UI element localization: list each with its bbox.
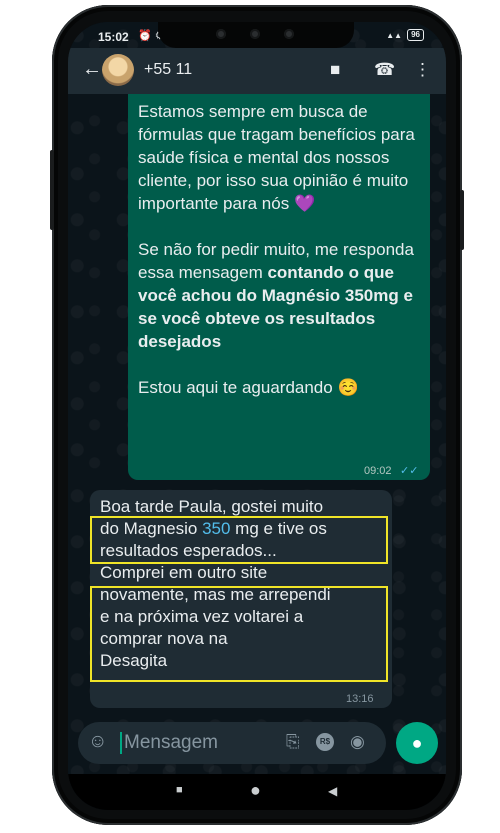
- message-line: Boa tarde Paula, gostei muito: [100, 497, 324, 516]
- highlight-box: [90, 516, 388, 564]
- message-paragraph: Estou aqui te aguardando ☺️: [138, 376, 424, 399]
- microphone-button[interactable]: ●: [396, 722, 438, 764]
- camera-notch: [158, 22, 354, 48]
- recents-icon[interactable]: ■: [176, 784, 183, 796]
- status-time: 15:02: [98, 30, 129, 44]
- home-icon[interactable]: ●: [250, 780, 261, 801]
- video-call-icon[interactable]: ■: [330, 60, 340, 80]
- camera-lens: [284, 29, 294, 39]
- android-nav-bar: ■ ● ◀: [68, 774, 446, 810]
- message-input-bar[interactable]: ☺ Mensagem ⎘ R$ ◉: [78, 722, 386, 764]
- outgoing-message[interactable]: Estamos sempre em busca de fórmulas que …: [128, 94, 430, 480]
- battery-icon: 96: [407, 29, 424, 41]
- message-time: 09:02: [364, 465, 392, 477]
- message-time: 13:16: [346, 693, 374, 705]
- incoming-message[interactable]: Boa tarde Paula, gostei muito do Magnesi…: [90, 490, 392, 708]
- message-paragraph: Estamos sempre em busca de fórmulas que …: [138, 100, 424, 215]
- more-options-icon[interactable]: ⋮: [414, 60, 431, 80]
- camera-icon[interactable]: ◉: [350, 732, 365, 752]
- back-arrow-icon[interactable]: ←: [82, 58, 102, 81]
- emoji-icon[interactable]: ☺: [88, 731, 107, 753]
- read-ticks-icon: ✓✓: [400, 465, 419, 477]
- phone-screen: 15:02 ⏰ ⚙ • ▲▲ 96 ← +55 11 ■ ☎ ⋮ Estamos…: [68, 22, 446, 810]
- attach-icon[interactable]: ⎘: [286, 732, 300, 752]
- back-icon[interactable]: ◀: [328, 784, 337, 798]
- camera-lens: [250, 29, 260, 39]
- microphone-icon: ●: [411, 733, 423, 753]
- message-text: Estamos sempre em busca de fórmulas que …: [138, 102, 415, 213]
- message-text: Estou aqui te aguardando: [138, 378, 333, 397]
- highlight-box: [90, 586, 388, 682]
- phone-call-icon[interactable]: ☎: [374, 60, 395, 80]
- volume-button: [50, 150, 54, 230]
- message-line: Comprei em outro site: [100, 563, 268, 582]
- message-paragraph: Se não for pedir muito, me responda essa…: [138, 238, 424, 353]
- contact-name[interactable]: +55 11: [144, 61, 192, 79]
- smile-emoji: ☺️: [337, 378, 359, 397]
- chat-header: ← +55 11 ■ ☎ ⋮: [68, 48, 446, 94]
- power-button: [460, 190, 464, 250]
- purple-heart-emoji: 💜: [293, 194, 316, 213]
- payment-icon[interactable]: R$: [316, 733, 334, 751]
- message-input[interactable]: Mensagem: [120, 732, 218, 754]
- avatar[interactable]: [102, 54, 134, 86]
- signal-icon: ▲▲: [386, 30, 403, 40]
- camera-lens: [216, 29, 226, 39]
